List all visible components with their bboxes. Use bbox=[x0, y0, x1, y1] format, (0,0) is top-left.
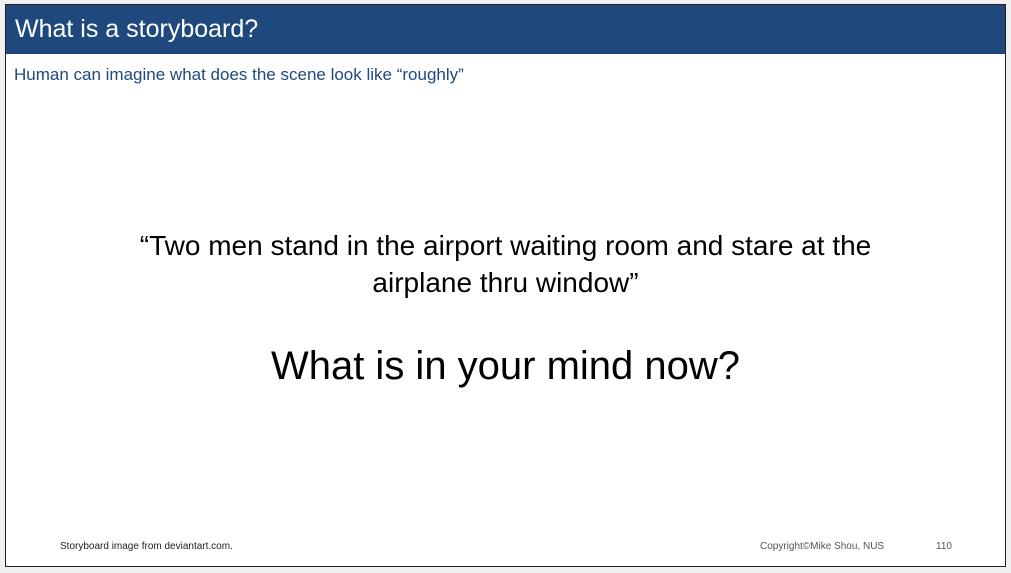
slide-title: What is a storyboard? bbox=[15, 15, 259, 43]
page: What is a storyboard? Human can imagine … bbox=[0, 0, 1011, 573]
footer-source: Storyboard image from deviantart.com. bbox=[60, 541, 233, 552]
page-number: 110 bbox=[936, 541, 952, 552]
question-text: What is in your mind now? bbox=[270, 344, 741, 388]
quote-text: “Two men stand in the airport waiting ro… bbox=[6, 227, 1005, 301]
footer-copyright: Copyright©Mike Shou, NUS bbox=[760, 541, 885, 552]
slide-subtitle: Human can imagine what does the scene lo… bbox=[14, 65, 464, 84]
quote-line-2: airplane thru window” bbox=[372, 267, 639, 298]
quote-line-1: “Two men stand in the airport waiting ro… bbox=[139, 230, 872, 261]
title-bar: What is a storyboard? bbox=[6, 5, 1005, 54]
slide: What is a storyboard? Human can imagine … bbox=[5, 4, 1006, 567]
